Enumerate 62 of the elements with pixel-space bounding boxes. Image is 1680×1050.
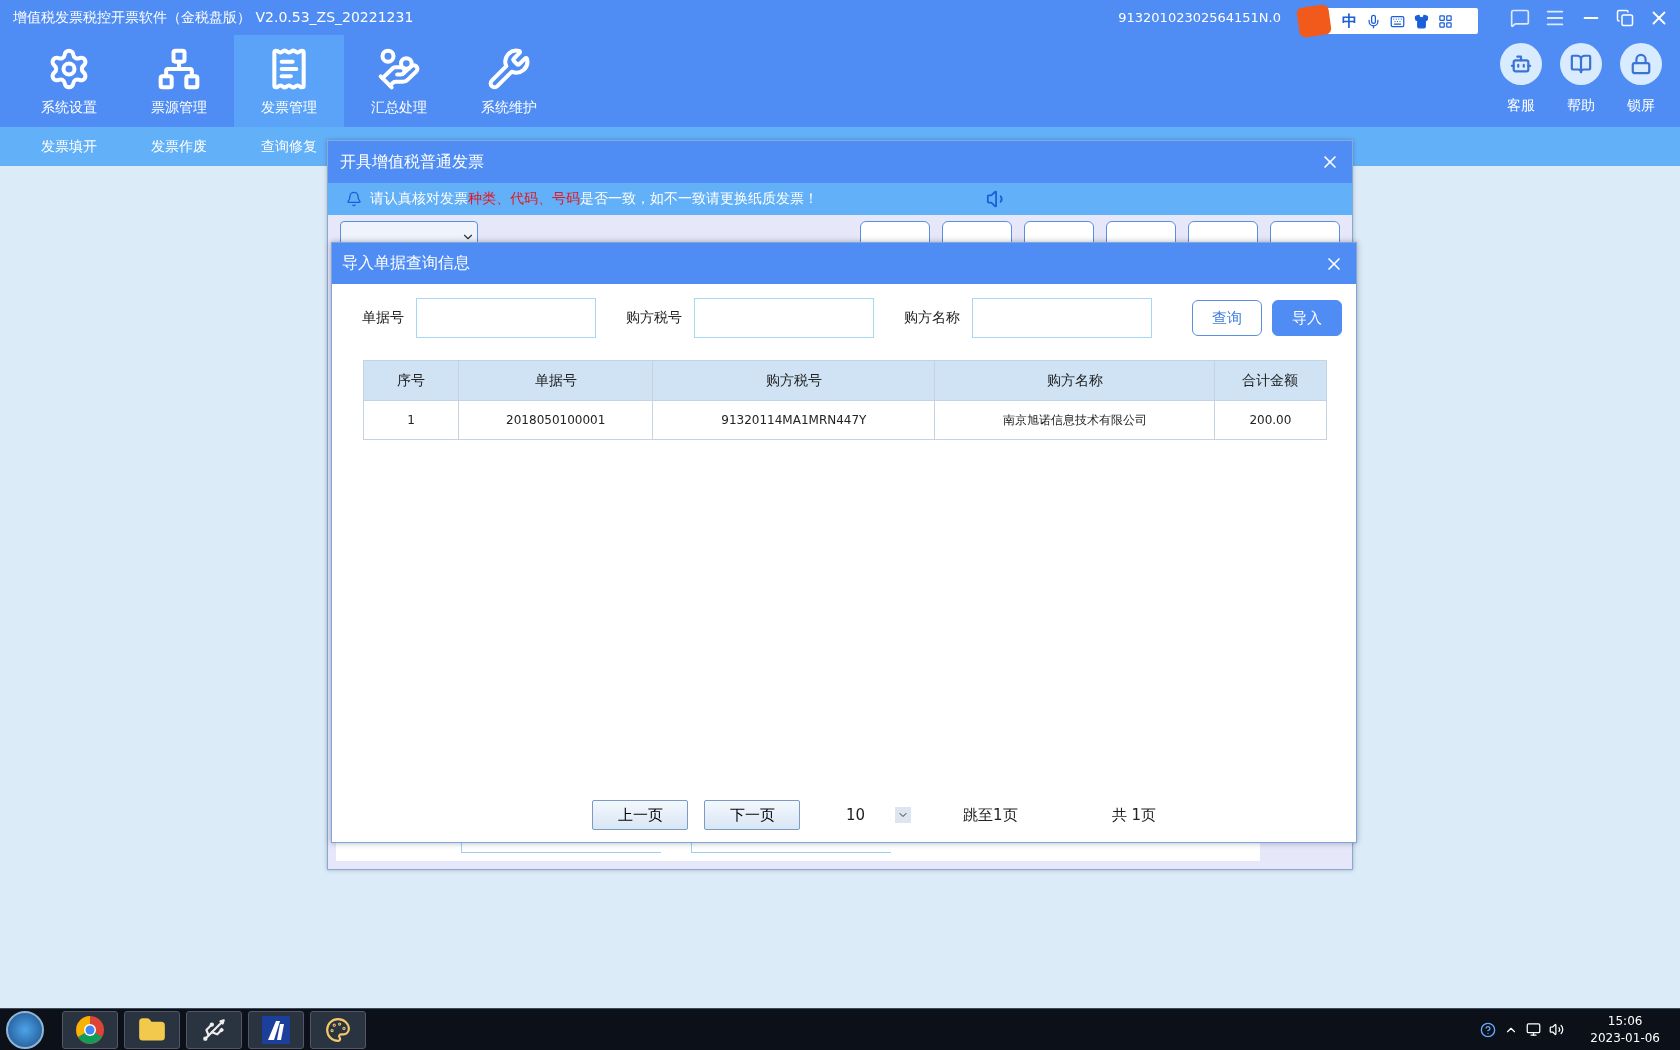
dialog-title: 导入单据查询信息	[342, 253, 470, 274]
input-field[interactable]	[694, 298, 874, 338]
table-cell: 91320114MA1MRN447Y	[652, 400, 935, 440]
input-field[interactable]	[972, 298, 1152, 338]
ime-mode[interactable]: 中	[1342, 11, 1357, 31]
table-cell: 南京旭诺信息技术有限公司	[934, 400, 1215, 440]
nav-tab[interactable]: 票源管理	[124, 35, 234, 127]
folder-icon	[138, 1015, 166, 1044]
import-button[interactable]: 导入	[1272, 300, 1342, 336]
start-button[interactable]	[6, 1010, 44, 1049]
table-cell: 1	[363, 400, 459, 440]
clock[interactable]: 15:06 2023-01-06	[1590, 1012, 1660, 1047]
dropdown-button[interactable]	[895, 807, 912, 823]
column-header: 单据号	[458, 360, 653, 401]
page-jump: 跳至1页	[963, 805, 1018, 825]
dialog-title: 开具增值税普通发票	[340, 151, 484, 173]
keyboard-icon[interactable]	[1390, 13, 1405, 29]
microphone-icon[interactable]	[1366, 13, 1381, 29]
wrench-icon	[487, 47, 531, 91]
column-header: 购方税号	[652, 360, 935, 401]
volume-icon[interactable]	[1549, 1022, 1565, 1037]
nav-tab[interactable]: 汇总处理	[344, 35, 454, 127]
page-total: 共 1页	[1111, 805, 1156, 825]
taskbar-app[interactable]	[248, 1010, 304, 1049]
app-icon	[262, 1015, 290, 1044]
help-icon	[1570, 53, 1592, 75]
robot-icon	[1510, 53, 1532, 75]
nav-tab[interactable]: 系统设置	[14, 35, 124, 127]
notice-text: 请认真核对发票种类、代码、号码是否一致，如不一致请更换纸质发票！	[370, 190, 818, 208]
window-title: 增值税发票税控开票软件（金税盘版） V2.0.53_ZS_20221231	[12, 8, 415, 27]
taskbar-app[interactable]	[310, 1010, 366, 1049]
column-header: 购方名称	[934, 360, 1215, 401]
field-label: 购方名称	[904, 309, 960, 327]
usb-icon	[201, 1016, 227, 1043]
help-icon[interactable]	[1480, 1021, 1497, 1038]
browser-icon	[75, 1014, 105, 1045]
lock-icon	[1630, 53, 1652, 75]
taskbar-app[interactable]	[124, 1010, 180, 1049]
input-field[interactable]	[416, 298, 596, 338]
grid-icon[interactable]	[1438, 13, 1453, 29]
column-header: 序号	[363, 360, 459, 401]
sub-nav-item[interactable]: 发票填开	[14, 137, 124, 156]
next-page-button[interactable]: 下一页	[704, 800, 800, 830]
restore-icon[interactable]	[1616, 8, 1634, 27]
table-cell: 2018050100001	[458, 400, 653, 440]
nav-tab[interactable]: 发票管理	[234, 35, 344, 127]
taskbar-app[interactable]	[62, 1010, 118, 1049]
message-icon[interactable]	[1510, 7, 1530, 28]
tax-id: 91320102302564151N.0	[1118, 10, 1281, 25]
page-size[interactable]: 10	[846, 806, 866, 824]
table-cell: 200.00	[1214, 400, 1327, 440]
sub-nav-item[interactable]: 发票作废	[124, 137, 234, 156]
field-label: 单据号	[362, 309, 404, 327]
column-header: 合计金额	[1214, 360, 1327, 401]
bell-icon	[346, 191, 362, 207]
palette-icon	[325, 1016, 351, 1043]
query-button[interactable]: 查询	[1192, 300, 1262, 336]
shirt-icon[interactable]	[1414, 13, 1429, 29]
prev-page-button[interactable]: 上一页	[592, 800, 688, 830]
field-label: 购方税号	[626, 309, 682, 327]
nav-tab[interactable]: 系统维护	[454, 35, 564, 127]
taskbar-app[interactable]	[186, 1010, 242, 1049]
